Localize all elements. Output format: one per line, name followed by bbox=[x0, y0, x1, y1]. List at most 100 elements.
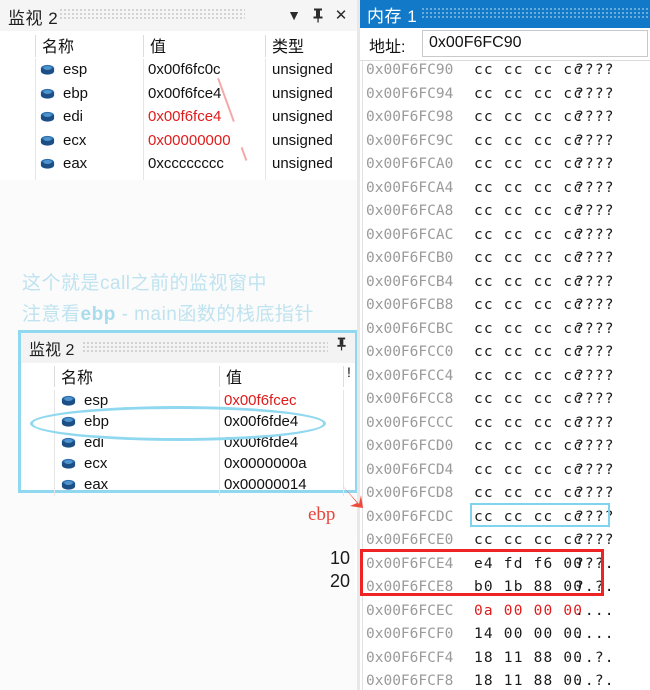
address-input[interactable]: 0x00F6FC90 bbox=[422, 30, 648, 57]
memory-row-ascii: ???? bbox=[575, 367, 615, 384]
watch1-row-value[interactable]: 0x00000000 bbox=[148, 132, 231, 149]
memory-row-address: 0x00F6FCE4 bbox=[366, 555, 454, 572]
chevron-down-icon[interactable]: ▼ bbox=[284, 5, 304, 25]
left-column: 监视 2 ▼ ✕ 名称 值 类型 esp 0x00f6fc0c unsigned… bbox=[0, 0, 358, 690]
memory-row[interactable]: 0x00F6FCEC 0a 00 00 00.... bbox=[360, 601, 650, 625]
memory-row[interactable]: 0x00F6FC90 cc cc cc cc???? bbox=[360, 60, 650, 84]
watch1-row-edi[interactable]: edi 0x00f6fce4 unsigned bbox=[0, 106, 357, 129]
memory-row[interactable]: 0x00F6FCB4 cc cc cc cc???? bbox=[360, 272, 650, 296]
watch2-row-name: esp bbox=[84, 392, 109, 409]
memory-row-hex: cc cc cc cc bbox=[474, 438, 584, 454]
watch2-col-extra[interactable]: ! bbox=[347, 364, 351, 380]
watch1-row-ebp[interactable]: ebp 0x00f6fce4 unsigned bbox=[0, 83, 357, 106]
memory-row-hex: cc cc cc cc bbox=[474, 132, 584, 149]
memory-row-hex: 18 11 88 00 bbox=[474, 673, 584, 689]
memory-row[interactable]: 0x00F6FCC8 cc cc cc cc???? bbox=[360, 389, 650, 413]
watch2-row-name: ecx bbox=[84, 455, 108, 472]
memory-row-ascii: ???? bbox=[575, 485, 615, 501]
memory-row-address: 0x00F6FCB4 bbox=[366, 273, 454, 290]
memory-row-ascii: ???? bbox=[575, 203, 615, 219]
memory-row-hex: 0a 00 00 00 bbox=[474, 602, 584, 619]
memory-row-address: 0x00F6FCBC bbox=[366, 320, 454, 337]
watch1-row-value[interactable]: 0xcccccccc bbox=[148, 155, 224, 172]
watch2-row-value[interactable]: 0x00000014 bbox=[224, 476, 307, 493]
memory-row[interactable]: 0x00F6FCF8 18 11 88 00..?. bbox=[360, 671, 650, 690]
memory-row[interactable]: 0x00F6FCA8 cc cc cc cc???? bbox=[360, 201, 650, 225]
watch1-col-name[interactable]: 名称 bbox=[42, 33, 74, 57]
watch2-col-name[interactable]: 名称 bbox=[61, 364, 93, 388]
watch-window-1: 监视 2 ▼ ✕ 名称 值 类型 esp 0x00f6fc0c unsigned… bbox=[0, 0, 357, 180]
watch1-row-type: unsigned bbox=[272, 61, 333, 78]
memory-row[interactable]: 0x00F6FCD0 cc cc cc cc???? bbox=[360, 436, 650, 460]
memory-row[interactable]: 0x00F6FCF4 18 11 88 00..?. bbox=[360, 648, 650, 672]
watch2-col-value[interactable]: 值 bbox=[226, 364, 242, 388]
memory-row[interactable]: 0x00F6FCE8 b0 1b 88 00?.?. bbox=[360, 577, 650, 601]
watch1-row-name: ecx bbox=[63, 131, 87, 149]
pin-glyph bbox=[337, 337, 346, 351]
watch2-titlebar[interactable]: 监视 2 bbox=[21, 333, 355, 363]
memory-row[interactable]: 0x00F6FC9C cc cc cc cc???? bbox=[360, 131, 650, 155]
memory-row-address: 0x00F6FC98 bbox=[366, 109, 454, 125]
memory-row-ascii: ???? bbox=[575, 532, 615, 548]
close-icon[interactable]: ✕ bbox=[331, 5, 351, 25]
memory-row[interactable]: 0x00F6FCB8 cc cc cc cc???? bbox=[360, 295, 650, 319]
memory-titlebar[interactable]: 内存 1 bbox=[360, 0, 650, 28]
memory-row-list[interactable]: 0x00F6FC90 cc cc cc cc???? 0x00F6FC94 cc cc… bbox=[360, 60, 650, 690]
watch1-row-esp[interactable]: esp 0x00f6fc0c unsigned bbox=[0, 59, 357, 82]
memory-row[interactable]: 0x00F6FCB0 cc cc cc cc???? bbox=[360, 248, 650, 272]
memory-row[interactable]: 0x00F6FCD4 cc cc cc cc???? bbox=[360, 460, 650, 484]
watch2-row-value[interactable]: 0x00f6fcec bbox=[224, 392, 297, 409]
memory-row-hex: cc cc cc cc bbox=[474, 320, 584, 337]
memory-row[interactable]: 0x00F6FCBC cc cc cc cc???? bbox=[360, 319, 650, 343]
memory-row-ascii: ???? bbox=[575, 320, 615, 337]
variable-cube-icon bbox=[61, 437, 76, 449]
memory-row-address: 0x00F6FCAC bbox=[366, 226, 454, 243]
watch2-row-eax[interactable]: eax 0x00000014 bbox=[21, 474, 355, 498]
watch1-col-type[interactable]: 类型 bbox=[272, 33, 304, 57]
memory-row[interactable]: 0x00F6FC98 cc cc cc cc???? bbox=[360, 107, 650, 131]
memory-row-hex: cc cc cc cc bbox=[474, 485, 584, 501]
pin-icon[interactable] bbox=[336, 337, 347, 355]
memory-row[interactable]: 0x00F6FCF0 14 00 00 00.... bbox=[360, 624, 650, 648]
annotation-line2-prefix: 注意看 bbox=[22, 304, 81, 325]
watch1-col-value[interactable]: 值 bbox=[150, 33, 166, 57]
memory-row-hex: cc cc cc cc bbox=[474, 414, 584, 431]
screenshot-root: 监视 2 ▼ ✕ 名称 值 类型 esp 0x00f6fc0c unsigned… bbox=[0, 0, 650, 690]
memory-row-ascii: ???? bbox=[575, 297, 615, 313]
memory-row-ascii: ???? bbox=[575, 132, 615, 149]
watch1-row-value[interactable]: 0x00f6fc0c bbox=[148, 61, 221, 78]
watch1-row-type: unsigned bbox=[272, 155, 333, 172]
watch1-row-eax[interactable]: eax 0xcccccccc unsigned bbox=[0, 153, 357, 176]
watch1-row-value[interactable]: 0x00f6fce4 bbox=[148, 108, 221, 125]
memory-row[interactable]: 0x00F6FCAC cc cc cc cc???? bbox=[360, 225, 650, 249]
variable-cube-icon bbox=[40, 88, 55, 100]
memory-row[interactable]: 0x00F6FCD8 cc cc cc cc???? bbox=[360, 483, 650, 507]
memory-row-hex: 14 00 00 00 bbox=[474, 626, 584, 642]
pin-icon[interactable] bbox=[308, 5, 328, 25]
watch-window-2: 监视 2 名称 值 ! esp 0x00f6fcec ebp 0x00f6fde… bbox=[18, 330, 358, 496]
memory-row[interactable]: 0x00F6FCE0 cc cc cc cc???? bbox=[360, 530, 650, 554]
memory-row[interactable]: 0x00F6FCE4 e4 fd f6 00???. bbox=[360, 554, 650, 578]
header-separator bbox=[54, 366, 55, 387]
memory-row[interactable]: 0x00F6FCC4 cc cc cc cc???? bbox=[360, 366, 650, 390]
watch2-row-value[interactable]: 0x0000000a bbox=[224, 455, 307, 472]
memory-row-ascii: ???? bbox=[575, 226, 615, 243]
watch1-titlebar[interactable]: 监视 2 ▼ ✕ bbox=[0, 0, 357, 31]
watch2-row-value[interactable]: 0x00f6fde4 bbox=[224, 413, 298, 430]
variable-cube-icon bbox=[61, 458, 76, 470]
memory-row-address: 0x00F6FCCC bbox=[366, 414, 454, 431]
watch1-row-ecx[interactable]: ecx 0x00000000 unsigned bbox=[0, 130, 357, 153]
pin-glyph bbox=[313, 8, 323, 22]
watch1-row-value[interactable]: 0x00f6fce4 bbox=[148, 85, 221, 102]
memory-row[interactable]: 0x00F6FC94 cc cc cc cc???? bbox=[360, 84, 650, 108]
memory-row[interactable]: 0x00F6FCCC cc cc cc cc???? bbox=[360, 413, 650, 437]
memory-row[interactable]: 0x00F6FCDC cc cc cc cc???? bbox=[360, 507, 650, 531]
drag-dots-decoration bbox=[83, 342, 328, 354]
memory-row-hex: cc cc cc cc bbox=[474, 156, 584, 172]
memory-row[interactable]: 0x00F6FCA4 cc cc cc cc???? bbox=[360, 178, 650, 202]
memory-row[interactable]: 0x00F6FCC0 cc cc cc cc???? bbox=[360, 342, 650, 366]
variable-cube-icon bbox=[40, 158, 55, 170]
memory-row-address: 0x00F6FCB8 bbox=[366, 297, 454, 313]
memory-row[interactable]: 0x00F6FCA0 cc cc cc cc???? bbox=[360, 154, 650, 178]
watch2-row-value[interactable]: 0x00f6fde4 bbox=[224, 434, 298, 451]
